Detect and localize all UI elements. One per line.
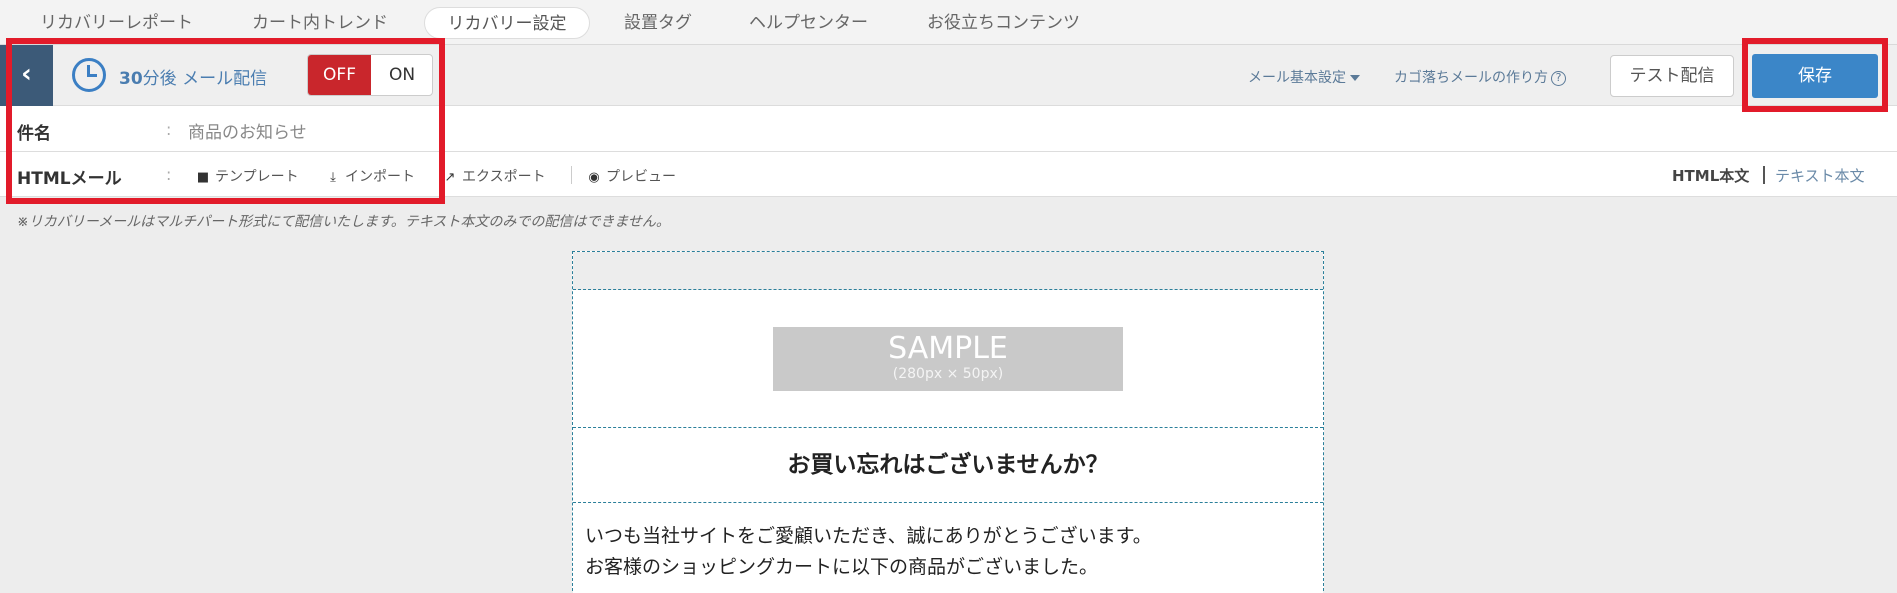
eye-icon: ◉ — [588, 170, 600, 185]
tab-html-body[interactable]: HTML本文 — [1672, 165, 1749, 186]
tab-recovery-report[interactable]: リカバリーレポート — [18, 7, 215, 39]
multipart-notice: ※リカバリーメールはマルチパート形式にて配信いたします。テキスト本文のみでの配信… — [17, 214, 670, 230]
tab-text-body[interactable]: テキスト本文 — [1775, 165, 1865, 186]
test-send-button[interactable]: テスト配信 — [1610, 55, 1734, 97]
tab-cart-trend[interactable]: カート内トレンド — [230, 7, 410, 39]
export-button[interactable]: ↗ エクスポート — [443, 166, 546, 186]
preview-label: プレビュー — [606, 169, 676, 185]
mail-basic-settings-dropdown[interactable]: メール基本設定 — [1248, 67, 1360, 87]
howto-link[interactable]: カゴ落ちメールの作り方? — [1394, 67, 1566, 87]
sample-size: (280px × 50px) — [892, 366, 1004, 382]
preview-body-line: お客様のショッピングカートに以下の商品がございました。 — [585, 556, 1099, 578]
howto-label: カゴ落ちメールの作り方 — [1394, 70, 1548, 86]
caret-down-icon — [1350, 75, 1360, 81]
sample-logo-placeholder: SAMPLE (280px × 50px) — [773, 327, 1123, 391]
email-preview: SAMPLE (280px × 50px) お買い忘れはございませんか？ いつも… — [572, 251, 1324, 593]
export-icon: ↗ — [444, 170, 456, 185]
sample-title: SAMPLE — [888, 331, 1008, 366]
preview-logo-block[interactable]: SAMPLE (280px × 50px) — [573, 290, 1323, 428]
tab-recovery-settings[interactable]: リカバリー設定 — [424, 7, 590, 39]
help-circle-icon: ? — [1551, 70, 1566, 86]
tab-help-center[interactable]: ヘルプセンター — [727, 7, 890, 39]
preview-body-line: いつも当社サイトをご愛顧いただき、誠にありがとうございます。 — [585, 525, 1152, 547]
annotation-highlight-left — [6, 38, 445, 204]
body-tab-divider — [1763, 166, 1765, 184]
preview-heading-block[interactable]: お買い忘れはございませんか？ — [573, 428, 1323, 503]
preview-body-block[interactable]: いつも当社サイトをご愛顧いただき、誠にありがとうございます。 お客様のショッピン… — [573, 503, 1323, 593]
tab-useful-content[interactable]: お役立ちコンテンツ — [905, 7, 1102, 39]
preview-heading: お買い忘れはございませんか？ — [787, 452, 1109, 478]
export-label: エクスポート — [462, 169, 546, 185]
annotation-highlight-save — [1742, 38, 1888, 112]
preview-top-block[interactable] — [573, 252, 1323, 290]
mail-settings-label: メール基本設定 — [1248, 70, 1346, 86]
toolbar-divider — [571, 166, 572, 184]
tab-install-tag[interactable]: 設置タグ — [602, 7, 714, 39]
preview-button[interactable]: ◉ プレビュー — [587, 166, 676, 186]
